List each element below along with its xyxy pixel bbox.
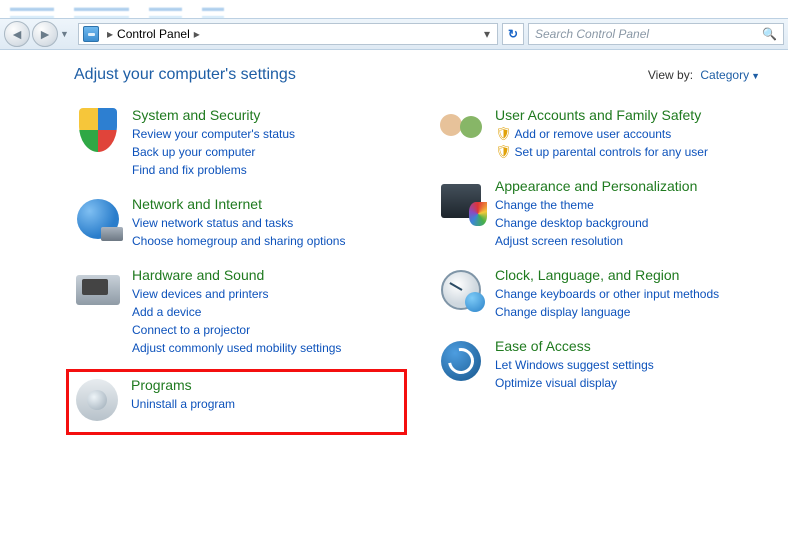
chevron-right-icon: ▸ [103,27,117,41]
link-clock[interactable]: Clock, Language, and Region [495,267,679,283]
search-icon: 🔍 [762,27,777,41]
link-desktop-bg[interactable]: Change desktop background [495,214,697,232]
view-by-dropdown[interactable]: Category▼ [700,68,760,82]
refresh-button[interactable]: ↻ [502,23,524,45]
ease-of-access-icon[interactable] [437,337,485,385]
category-hardware: Hardware and Sound View devices and prin… [74,266,397,357]
link-display-language[interactable]: Change display language [495,303,719,321]
user-accounts-icon[interactable] [437,106,485,154]
system-security-icon[interactable] [74,106,122,154]
forward-button[interactable]: ► [32,21,58,47]
breadcrumb-dropdown[interactable]: ▾ [479,27,495,41]
breadcrumb-item[interactable]: Control Panel [117,27,190,41]
category-user-accounts: User Accounts and Family Safety 🛡Add or … [437,106,760,161]
link-keyboards[interactable]: Change keyboards or other input methods [495,285,719,303]
link-resolution[interactable]: Adjust screen resolution [495,232,697,250]
view-by: View by: Category▼ [648,68,760,82]
category-clock: Clock, Language, and Region Change keybo… [437,266,760,321]
shield-icon: 🛡 [495,143,512,161]
link-find-fix[interactable]: Find and fix problems [132,161,295,179]
link-optimize-display[interactable]: Optimize visual display [495,374,654,392]
link-change-theme[interactable]: Change the theme [495,196,697,214]
category-ease-of-access: Ease of Access Let Windows suggest setti… [437,337,760,392]
category-programs: Programs Uninstall a program [66,369,407,435]
shield-icon: 🛡 [495,125,512,143]
control-panel-icon [83,26,99,42]
programs-icon[interactable] [73,376,121,424]
appearance-icon[interactable] [437,177,485,225]
link-uninstall[interactable]: Uninstall a program [131,395,235,413]
breadcrumb[interactable]: ▸ Control Panel ▸ ▾ [78,23,498,45]
back-button[interactable]: ◄ [4,21,30,47]
chevron-right-icon[interactable]: ▸ [190,27,204,41]
link-review-status[interactable]: Review your computer's status [132,125,295,143]
link-projector[interactable]: Connect to a projector [132,321,341,339]
page-body: Adjust your computer's settings View by:… [0,50,788,535]
clock-icon[interactable] [437,266,485,314]
nav-history-dropdown[interactable]: ▼ [60,29,72,39]
link-ease-of-access[interactable]: Ease of Access [495,338,591,354]
category-appearance: Appearance and Personalization Change th… [437,177,760,250]
search-input[interactable]: Search Control Panel 🔍 [528,23,784,45]
network-icon[interactable] [74,195,122,243]
link-appearance[interactable]: Appearance and Personalization [495,178,697,194]
link-parental-controls[interactable]: Set up parental controls for any user [515,143,708,161]
window-tabs: ▬▬▬▬▬▬▬▬▬▬▬▬▬▬ [0,0,788,18]
link-network[interactable]: Network and Internet [132,196,262,212]
link-network-status[interactable]: View network status and tasks [132,214,345,232]
link-homegroup[interactable]: Choose homegroup and sharing options [132,232,345,250]
link-devices-printers[interactable]: View devices and printers [132,285,341,303]
link-mobility[interactable]: Adjust commonly used mobility settings [132,339,341,357]
toolbar: ◄ ► ▼ ▸ Control Panel ▸ ▾ ↻ Search Contr… [0,18,788,50]
search-placeholder: Search Control Panel [535,27,649,41]
link-backup[interactable]: Back up your computer [132,143,295,161]
category-network: Network and Internet View network status… [74,195,397,250]
link-user-accounts[interactable]: User Accounts and Family Safety [495,107,701,123]
link-suggest-settings[interactable]: Let Windows suggest settings [495,356,654,374]
hardware-icon[interactable] [74,266,122,314]
link-add-device[interactable]: Add a device [132,303,341,321]
link-programs[interactable]: Programs [131,377,192,393]
link-hardware[interactable]: Hardware and Sound [132,267,264,283]
link-add-remove-users[interactable]: Add or remove user accounts [515,125,672,143]
category-system-security: System and Security Review your computer… [74,106,397,179]
page-title: Adjust your computer's settings [74,66,296,84]
link-system-security[interactable]: System and Security [132,107,260,123]
